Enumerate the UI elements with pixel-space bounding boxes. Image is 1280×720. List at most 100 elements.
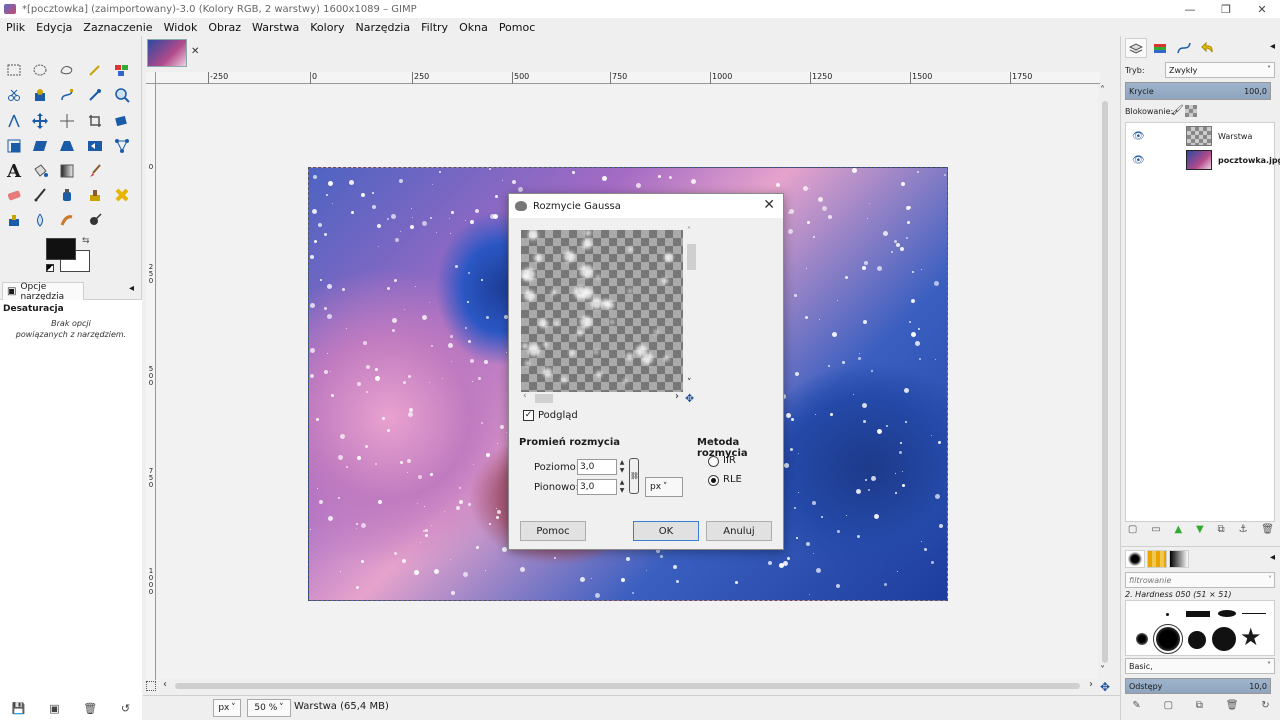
foreground-select-icon[interactable] [29,84,51,106]
scroll-up-icon[interactable]: ˄ [1100,85,1105,96]
visibility-eye-icon[interactable]: 👁 [1132,155,1145,166]
preview-vertical-scrollbar[interactable]: ˄ ˅ [687,226,697,392]
tab-brushes[interactable] [1125,549,1145,568]
brush-item[interactable] [1166,613,1169,616]
layer-row[interactable]: 👁 Warstwa [1126,125,1274,147]
blur-sharpen-icon[interactable] [29,209,51,231]
ellipse-select-icon[interactable] [29,59,51,81]
brush-tab-menu-icon[interactable]: ◂ [1270,552,1275,563]
tab-gradients[interactable] [1169,549,1189,568]
alignment-icon[interactable] [56,110,78,132]
preview-scroll-left-icon[interactable]: ‹ [523,391,527,401]
swap-colors-icon[interactable]: ⇆ [82,236,90,246]
brush-item[interactable] [1188,631,1206,649]
vertical-size-input[interactable]: 3,0 [577,479,617,495]
tab-patterns[interactable] [1147,549,1167,568]
perspective-clone-icon[interactable] [3,209,25,231]
ok-button[interactable]: OK [633,521,699,541]
rotate-icon[interactable] [111,110,133,132]
spacing-slider[interactable]: Odstępy 10,0 [1125,678,1271,694]
menu-file[interactable]: Plik [6,21,25,34]
move-icon[interactable] [29,110,51,132]
menu-image[interactable]: Obraz [208,21,241,34]
layer-row[interactable]: 👁 pocztowka.jpg [1126,149,1280,171]
opacity-slider[interactable]: Krycie 100,0 [1125,82,1271,100]
preview-navigate-icon[interactable]: ✥ [685,392,694,405]
color-picker-icon[interactable] [84,84,106,106]
iir-radio[interactable] [708,456,719,467]
menu-windows[interactable]: Okna [459,21,488,34]
delete-layer-icon[interactable]: 🗑 [1261,524,1274,540]
menu-layer[interactable]: Warstwa [252,21,299,34]
cancel-button[interactable]: Anuluj [706,521,772,541]
paintbrush-icon[interactable] [84,160,106,182]
horizontal-ruler[interactable]: -250 0 250 500 750 1000 1250 1500 1750 [156,72,1100,84]
paths-icon[interactable] [56,84,78,106]
select-by-color-icon[interactable] [111,59,133,81]
ink-icon[interactable] [56,184,78,206]
reset-options-icon[interactable]: ↺ [121,702,130,715]
tab-layers[interactable] [1125,38,1147,58]
brush-preset-select[interactable]: Basic, ˅ [1125,658,1275,674]
menu-edit[interactable]: Edycja [36,21,72,34]
preview-checkbox-label[interactable]: Podgląd [538,410,578,421]
lock-alpha-icon[interactable] [1185,105,1197,117]
color-selector[interactable]: ⇆ [46,236,92,278]
scale-icon[interactable] [3,135,25,157]
fuzzy-select-icon[interactable] [84,59,106,81]
brush-item-selected[interactable] [1153,624,1183,654]
maximize-button[interactable]: ❐ [1208,0,1244,18]
unit-select[interactable]: px ˅ [645,477,683,497]
anchor-layer-icon[interactable]: ⚓ [1239,524,1248,540]
help-button[interactable]: Pomoc [520,521,586,541]
menu-view[interactable]: Widok [164,21,198,34]
quick-mask-toggle-icon[interactable] [146,681,156,691]
heal-icon[interactable] [111,184,133,206]
scissors-icon[interactable] [3,84,25,106]
brush-filter-input[interactable]: filtrowanie ˅ [1125,572,1275,588]
smudge-icon[interactable] [56,209,78,231]
menu-help[interactable]: Pomoc [499,21,535,34]
menu-colors[interactable]: Kolory [310,21,344,34]
layer-mode-select[interactable]: Zwykły ˅ [1165,62,1275,78]
blur-preview[interactable] [521,230,683,392]
brush-item[interactable] [1218,610,1236,617]
measure-icon[interactable] [3,110,25,132]
chain-link-icon[interactable]: ⛓ [629,458,639,494]
crop-icon[interactable] [84,110,106,132]
layer-name[interactable]: Warstwa [1218,132,1252,141]
zoom-select[interactable]: 50 % ˅ [247,699,291,717]
preview-scroll-down-icon[interactable]: ˅ [687,378,692,388]
text-icon[interactable]: A [3,160,25,182]
unit-select[interactable]: px ˅ [213,699,241,717]
tab-tool-options[interactable]: ▣ Opcje narzędzia [2,282,84,302]
preview-hscroll-thumb[interactable] [535,394,553,403]
refresh-brushes-icon[interactable]: ↻ [1261,700,1269,718]
preview-vscroll-thumb[interactable] [687,244,696,270]
preview-scroll-up-icon[interactable]: ˄ [687,226,691,235]
layer-name[interactable]: pocztowka.jpg [1218,156,1280,165]
lock-pixels-icon[interactable]: 🖌 [1171,105,1184,116]
brush-item[interactable] [1242,613,1266,614]
eraser-icon[interactable] [3,184,25,206]
duplicate-brush-icon[interactable]: ⧉ [1196,700,1203,718]
shear-icon[interactable] [29,135,51,157]
delete-options-icon[interactable]: 🗑 [83,702,97,715]
scroll-right-icon[interactable]: › [1089,679,1093,690]
vertical-scroll-thumb[interactable] [1102,101,1108,663]
delete-brush-icon[interactable]: 🗑 [1226,700,1239,718]
brush-item[interactable] [1136,633,1148,645]
new-layer-group-icon[interactable]: ▭ [1151,524,1160,540]
minimize-button[interactable]: — [1172,0,1208,18]
rect-select-icon[interactable] [3,59,25,81]
scroll-left-icon[interactable]: ‹ [163,679,167,690]
preview-scroll-right-icon[interactable]: › [675,391,679,402]
brush-item[interactable] [1186,611,1210,617]
duplicate-layer-icon[interactable]: ⧉ [1218,524,1225,540]
perspective-icon[interactable] [56,135,78,157]
vertical-ruler[interactable]: 0 2 5 0 5 0 0 7 5 0 1 0 0 0 [146,84,156,680]
preview-checkbox[interactable]: ✓ [523,410,534,421]
new-layer-icon[interactable]: ▢ [1128,524,1137,540]
raise-layer-icon[interactable]: ▲ [1174,524,1182,540]
rle-label[interactable]: RLE [723,474,742,485]
